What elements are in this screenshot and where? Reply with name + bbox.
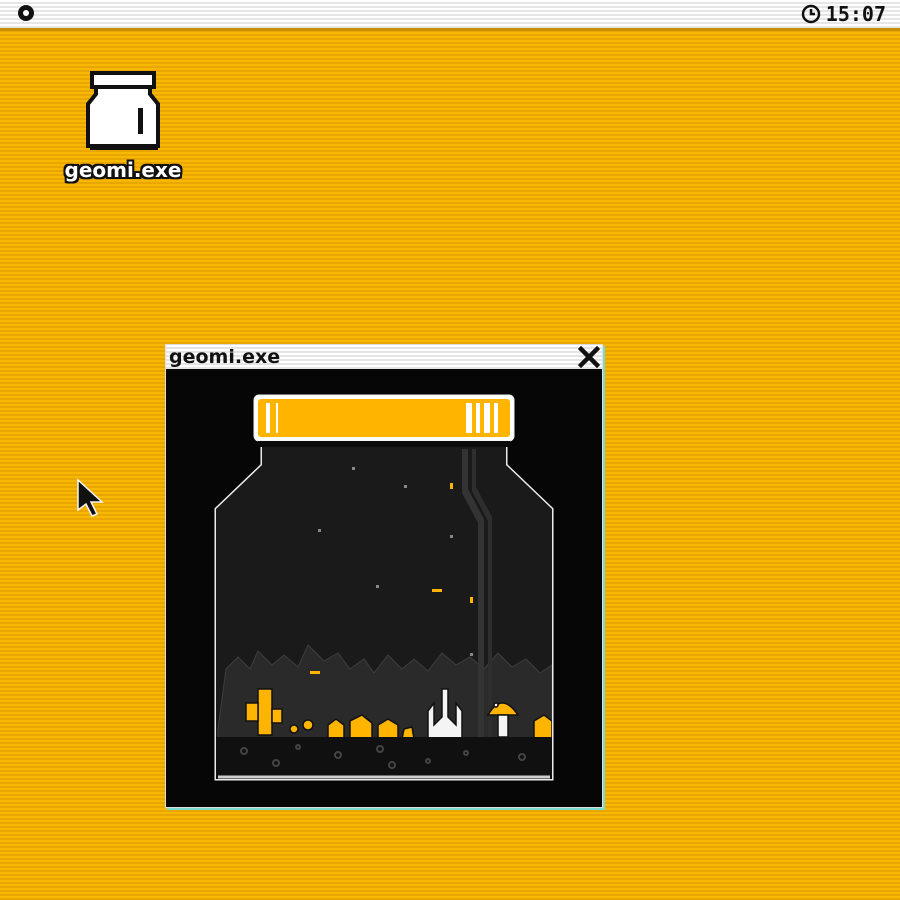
cursor-icon [77, 478, 104, 517]
clock-time: 15:07 [825, 2, 886, 26]
close-icon[interactable] [578, 346, 600, 368]
window-title: geomi.exe [169, 346, 281, 368]
desktop-icon-geomi[interactable]: geomi.exe [58, 70, 188, 190]
menu-bar: 15:07 [0, 0, 900, 31]
clock: 15:07 [800, 2, 886, 26]
app-window[interactable]: geomi.exe [165, 344, 603, 808]
window-titlebar[interactable]: geomi.exe [166, 345, 602, 369]
clock-icon [801, 4, 821, 24]
terrarium-jar [214, 394, 554, 781]
desktop-icon-label: geomi.exe [64, 158, 182, 182]
jar-icon [86, 71, 160, 150]
window-content [166, 369, 602, 807]
system-menu-icon[interactable] [18, 5, 34, 21]
